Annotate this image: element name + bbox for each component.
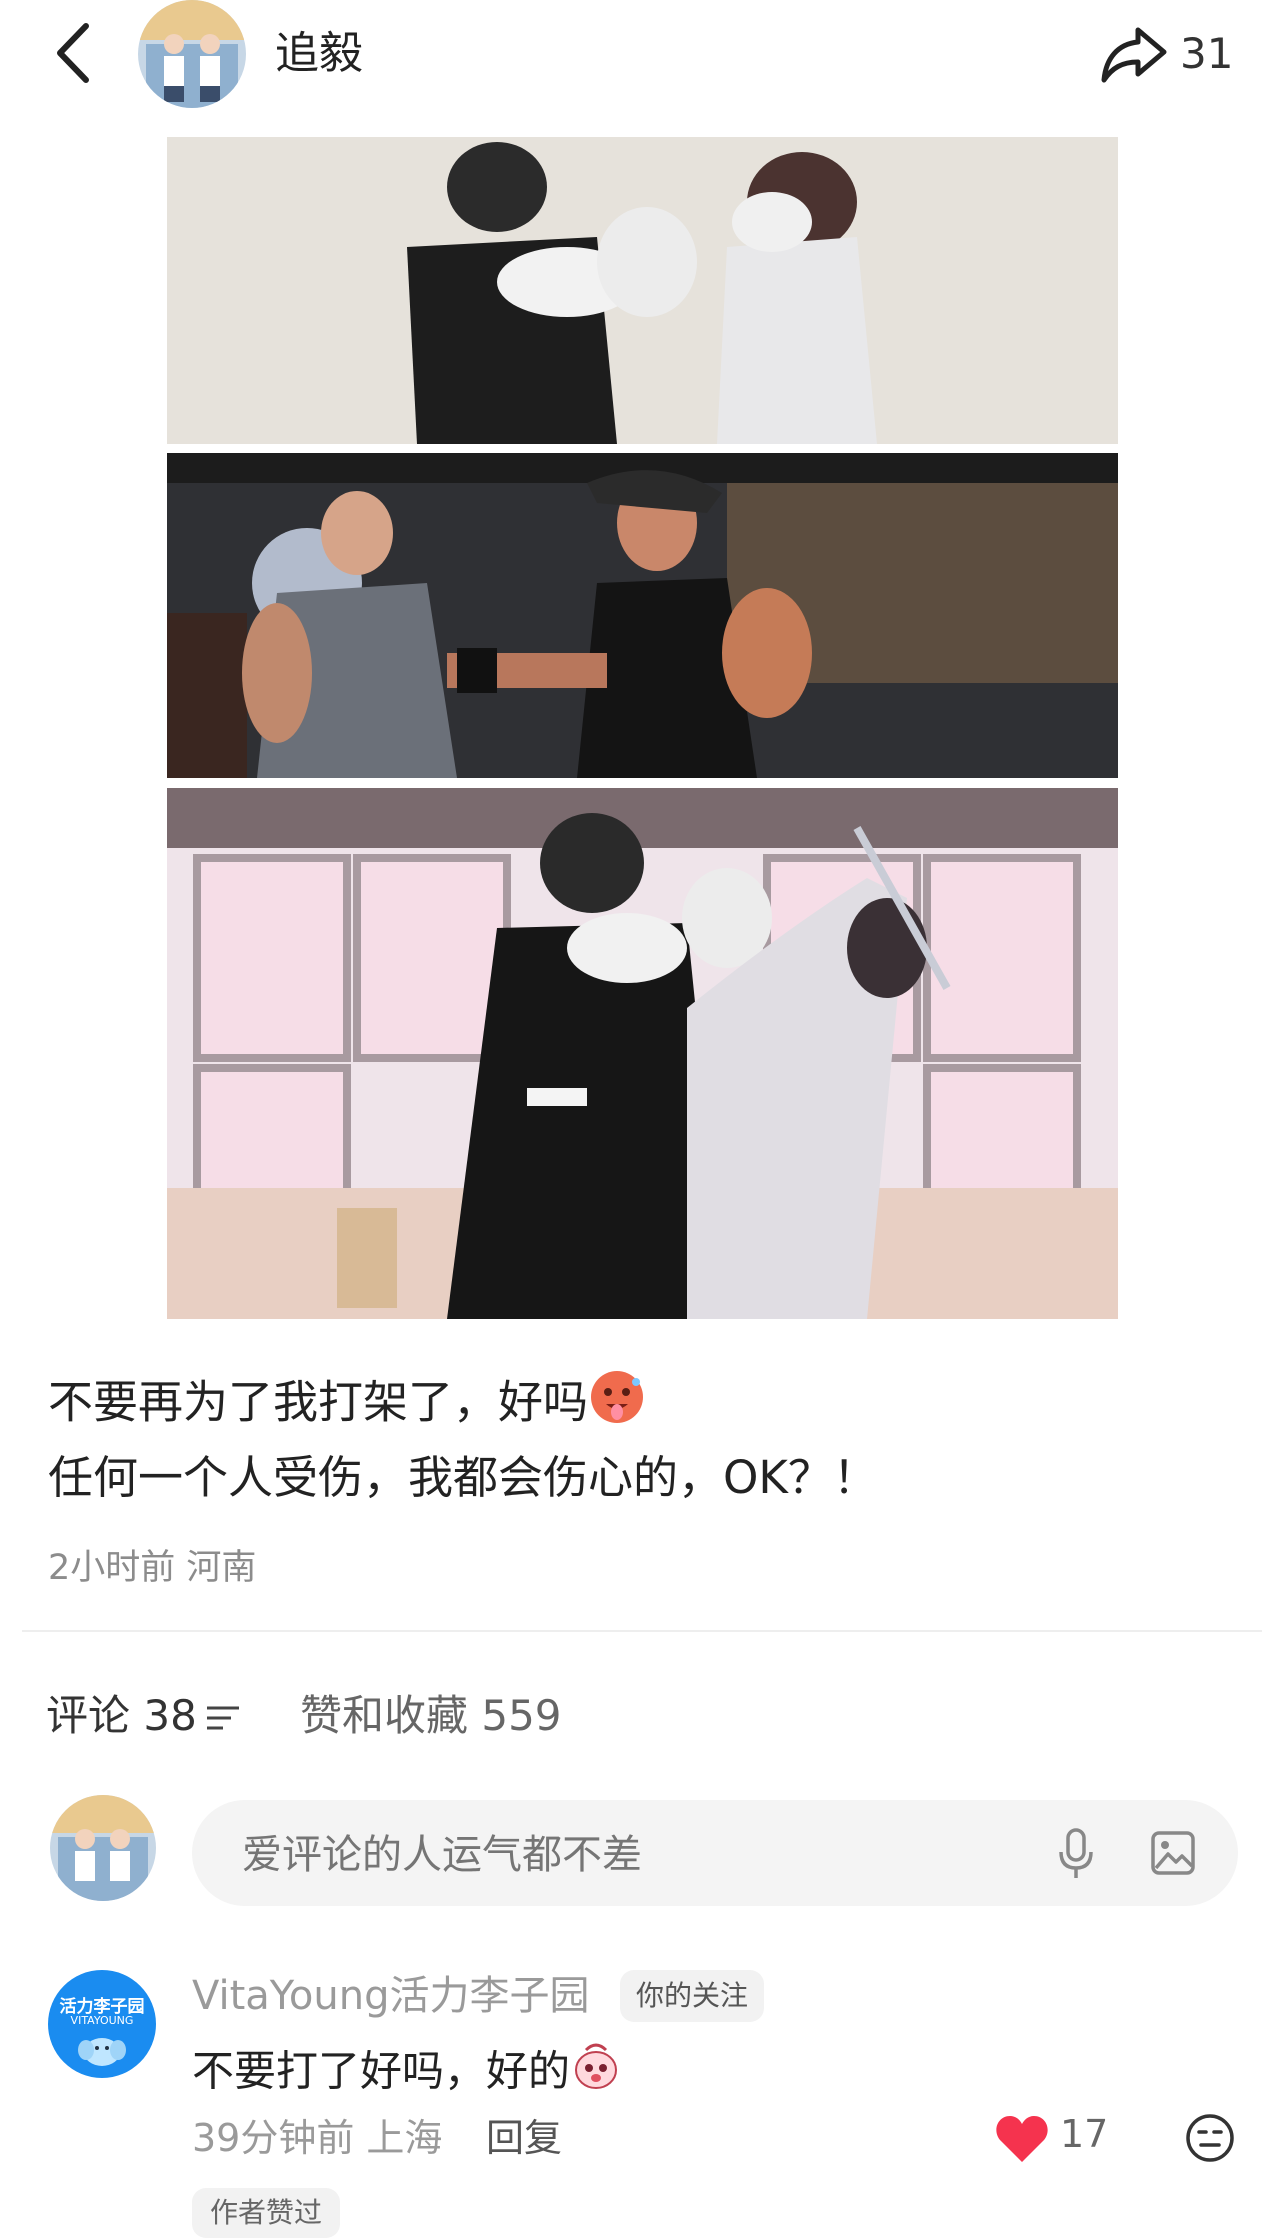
avatar-logo-text-2: VITAYOUNG: [70, 2014, 134, 2027]
dislike-button[interactable]: [1184, 2112, 1236, 2164]
microphone-button[interactable]: [1056, 1826, 1096, 1882]
cute-face-emoji-icon: [570, 2040, 622, 2108]
avatar-image: [138, 0, 246, 108]
divider: [22, 1630, 1262, 1632]
like-button[interactable]: [994, 2112, 1050, 2166]
like-count: 17: [1060, 2112, 1109, 2156]
post-text-line-1: 不要再为了我打架了，好吗: [48, 1368, 646, 1443]
post-image-3[interactable]: [167, 788, 1118, 1319]
post-image-2[interactable]: [167, 453, 1118, 778]
hot-face-emoji-icon: [588, 1368, 646, 1443]
elephant-mascot-icon: [78, 2038, 126, 2066]
comment-time-location: 39分钟前 上海: [192, 2116, 443, 2160]
share-icon: [1101, 27, 1167, 83]
author-liked-badge: 作者赞过: [192, 2188, 341, 2238]
boxing-scene-image: [167, 137, 1118, 444]
commenter-name[interactable]: VitaYoung活力李子园: [192, 1968, 589, 2024]
heart-icon: [996, 2116, 1048, 2162]
share-button[interactable]: [1098, 18, 1170, 90]
comment-text-row: 不要打了好吗，好的: [192, 2040, 622, 2108]
commenter-avatar[interactable]: 活力李子园 VITAYOUNG: [48, 1970, 156, 2078]
post-text-line-2: 任何一个人受伤，我都会伤心的，OK？！: [48, 1451, 878, 1504]
post-meta: 2小时前 河南: [48, 1548, 257, 1588]
author-avatar[interactable]: [138, 0, 246, 108]
image-icon: [1151, 1831, 1195, 1875]
back-button[interactable]: [50, 18, 98, 88]
sort-icon[interactable]: [205, 1700, 241, 1736]
gym-scene-image: [167, 453, 1118, 778]
avatar-image: [50, 1795, 156, 1901]
tab-comments[interactable]: 评论 38: [46, 1688, 197, 1744]
author-name[interactable]: 追毅: [275, 22, 363, 86]
share-count: 31: [1180, 29, 1234, 78]
sparring-scene-image: [167, 788, 1118, 1319]
following-badge: 你的关注: [620, 1970, 765, 2022]
comment-input[interactable]: [240, 1826, 944, 1884]
my-avatar: [50, 1795, 156, 1901]
microphone-icon: [1059, 1828, 1093, 1878]
neutral-face-icon: [1186, 2114, 1234, 2162]
post-text-1: 不要再为了我打架了，好吗: [48, 1375, 589, 1429]
comment-text: 不要打了好吗，好的: [192, 2046, 571, 2096]
reply-button[interactable]: 回复: [486, 2110, 562, 2166]
post-image-1[interactable]: [167, 137, 1118, 444]
image-button[interactable]: [1150, 1830, 1196, 1876]
tab-likes-favorites[interactable]: 赞和收藏 559: [300, 1688, 562, 1744]
chevron-left-icon: [57, 23, 89, 83]
